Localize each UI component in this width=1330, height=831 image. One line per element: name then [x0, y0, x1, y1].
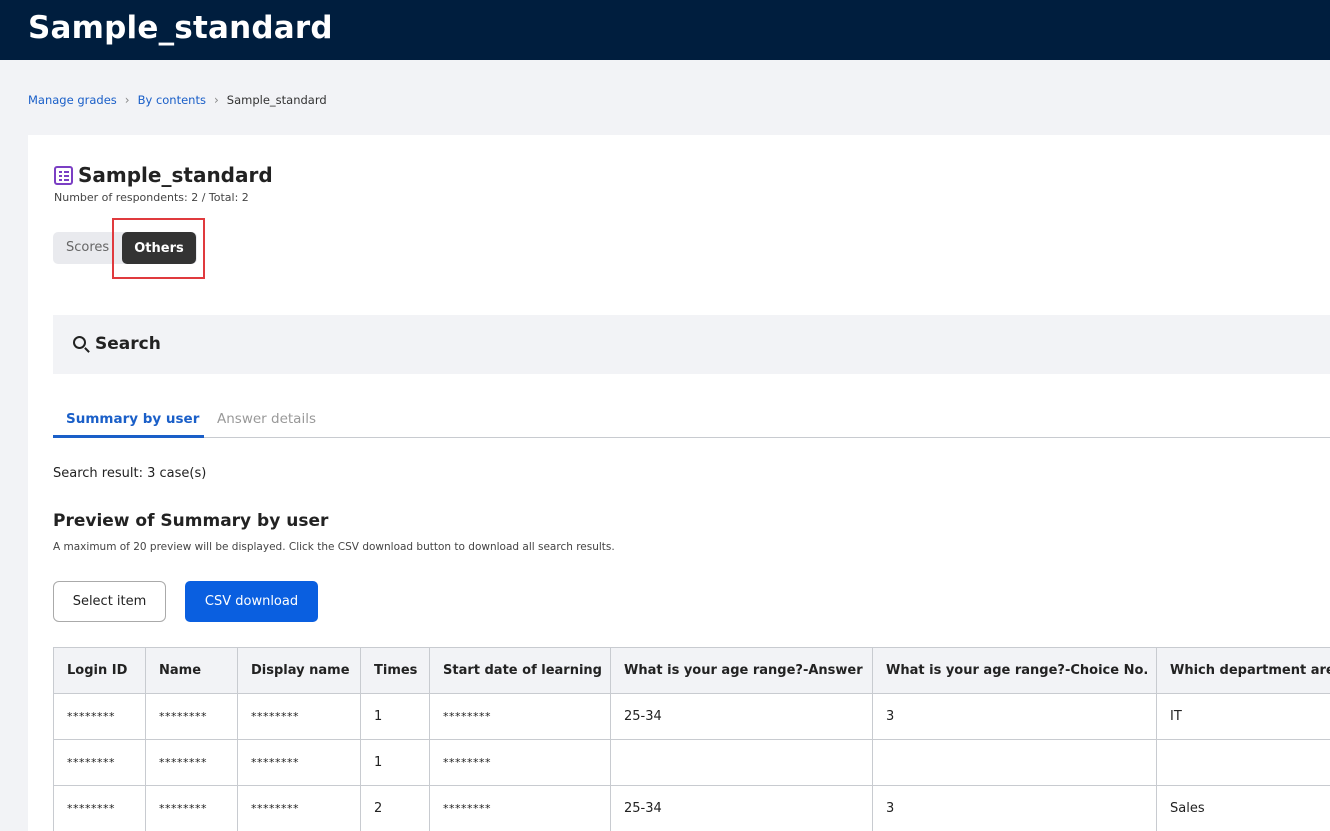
search-label: Search — [95, 334, 161, 354]
preview-title: Preview of Summary by user — [53, 511, 329, 531]
table-cell: 1 — [360, 739, 430, 786]
column-header[interactable]: What is your age range?-Choice No. — [872, 647, 1157, 694]
select-item-button[interactable]: Select item — [53, 581, 166, 622]
page-title: Sample_standard — [78, 163, 273, 187]
highlight-box — [112, 218, 205, 279]
tab-summary-by-user[interactable]: Summary by user — [66, 411, 199, 427]
table-cell: ******** — [53, 739, 146, 786]
chevron-right-icon: › — [213, 93, 219, 107]
table-cell: IT — [1156, 693, 1330, 740]
table-cell: 3 — [872, 693, 1157, 740]
table-cell: Sales — [1156, 785, 1330, 831]
table-cell — [1156, 739, 1330, 786]
chevron-right-icon: › — [124, 93, 130, 107]
breadcrumb-current: Sample_standard — [226, 93, 327, 107]
table-cell — [872, 739, 1157, 786]
breadcrumb-manage-grades[interactable]: Manage grades — [28, 93, 117, 107]
column-header[interactable]: Which department are — [1156, 647, 1330, 694]
table-cell: ******** — [429, 739, 611, 786]
table-cell: ******** — [237, 739, 361, 786]
preview-table: Login ID Name Display name Times Start d… — [53, 647, 1330, 831]
table-cell: ******** — [145, 693, 238, 740]
column-header[interactable]: Name — [145, 647, 238, 694]
top-bar: Sample_standard — [0, 0, 1330, 60]
table-cell: 25-34 — [610, 785, 873, 831]
survey-list-icon — [54, 165, 73, 185]
column-header[interactable]: Start date of learning — [429, 647, 611, 694]
column-header[interactable]: Login ID — [53, 647, 146, 694]
breadcrumb-by-contents[interactable]: By contents — [138, 93, 206, 107]
table-cell: ******** — [53, 693, 146, 740]
tab-scores[interactable]: Scores — [66, 240, 109, 255]
column-header[interactable]: Times — [360, 647, 430, 694]
table-cell: ******** — [429, 693, 611, 740]
table-row: ******** ******** ******** 1 ******** 25… — [53, 693, 1330, 740]
respondent-count: Number of respondents: 2 / Total: 2 — [54, 191, 249, 204]
table-cell: ******** — [237, 693, 361, 740]
table-header-row: Login ID Name Display name Times Start d… — [53, 647, 1330, 694]
table-cell: 3 — [872, 785, 1157, 831]
column-header[interactable]: Display name — [237, 647, 361, 694]
csv-download-button[interactable]: CSV download — [185, 581, 318, 622]
active-tab-indicator — [53, 435, 204, 438]
result-tabs: Summary by user Answer details — [53, 403, 1330, 438]
tab-answer-details[interactable]: Answer details — [217, 411, 316, 427]
page-title-row: Sample_standard — [54, 163, 273, 187]
table-cell: ******** — [53, 785, 146, 831]
column-header[interactable]: What is your age range?-Answer — [610, 647, 873, 694]
content-card: Sample_standard Number of respondents: 2… — [28, 135, 1330, 831]
breadcrumb: Manage grades › By contents › Sample_sta… — [28, 93, 327, 107]
search-result-count: Search result: 3 case(s) — [53, 466, 207, 481]
search-icon — [73, 336, 86, 349]
table-cell: 25-34 — [610, 693, 873, 740]
table-cell: ******** — [429, 785, 611, 831]
preview-note: A maximum of 20 preview will be displaye… — [53, 541, 615, 553]
app-title: Sample_standard — [28, 10, 333, 46]
table-cell: 2 — [360, 785, 430, 831]
table-row: ******** ******** ******** 1 ******** — [53, 739, 1330, 786]
table-cell: 1 — [360, 693, 430, 740]
table-cell: ******** — [237, 785, 361, 831]
table-cell: ******** — [145, 739, 238, 786]
table-cell — [610, 739, 873, 786]
table-cell: ******** — [145, 785, 238, 831]
table-row: ******** ******** ******** 2 ******** 25… — [53, 785, 1330, 831]
search-panel[interactable]: Search — [53, 315, 1330, 374]
